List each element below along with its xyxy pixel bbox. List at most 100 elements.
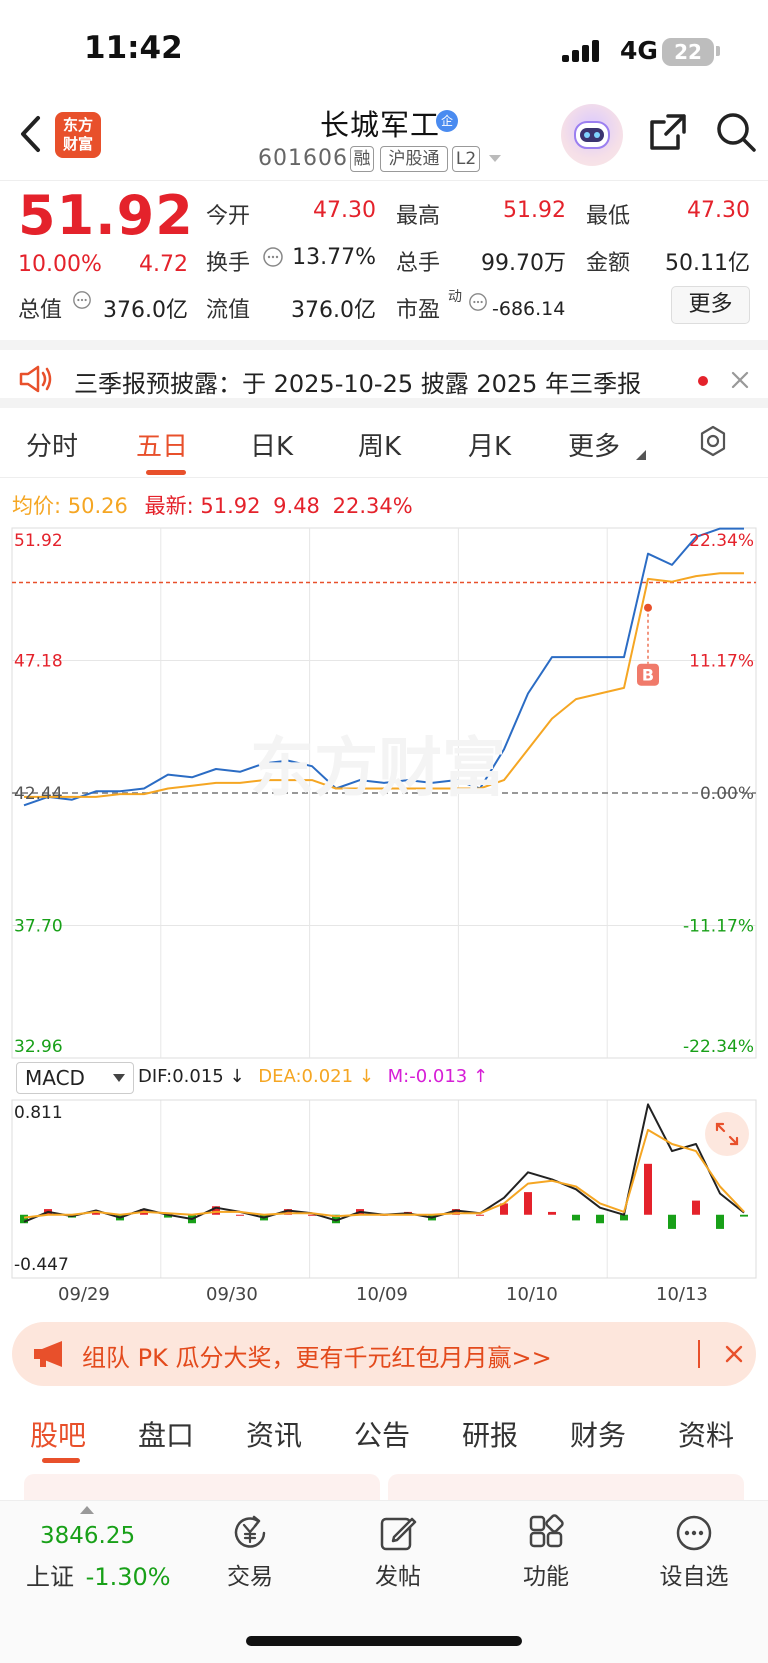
functions-label: 功能: [523, 1564, 569, 1590]
five-day-chart[interactable]: B 51.92 22.34% 47.18 11.17% 42.44 0.00% 37.70 -…: [0, 520, 768, 1310]
grid-icon: [529, 1514, 564, 1548]
macd-bar: [20, 1214, 28, 1224]
index-ticker[interactable]: 上证 -1.30%: [26, 1557, 171, 1592]
back-icon[interactable]: [18, 114, 44, 154]
tab-intraday[interactable]: 分时: [26, 426, 78, 463]
dea-value: DEA:0.021 ↓: [258, 1066, 374, 1087]
float-value: 376.0亿: [291, 298, 376, 323]
close-icon[interactable]: [730, 370, 750, 390]
open-label: 今开: [206, 204, 251, 229]
y-axis-label-right: -11.17%: [683, 917, 754, 937]
tab-research[interactable]: 研报: [462, 1414, 518, 1454]
y-axis-label-left: 32.96: [14, 1037, 63, 1057]
settings-icon[interactable]: [696, 424, 730, 458]
forum-card-peek: [388, 1474, 744, 1502]
indicator-name: MACD: [25, 1066, 85, 1090]
active-tab-indicator: [146, 470, 186, 475]
search-icon[interactable]: [714, 110, 758, 154]
tab-weekly-k[interactable]: 周K: [358, 426, 401, 463]
watermark: 东方财富: [250, 732, 506, 806]
indicator-select[interactable]: MACD: [16, 1062, 134, 1094]
caret-up-icon[interactable]: [80, 1505, 94, 1515]
more-dots-icon: [676, 1515, 712, 1551]
y-axis-label-left: 47.18: [14, 652, 63, 672]
post-button[interactable]: 发帖: [348, 1501, 448, 1591]
battery-icon: 22: [662, 38, 714, 66]
dif-line: [23, 1103, 745, 1223]
turnover-label: 换手: [206, 251, 251, 276]
index-change: -1.30%: [85, 1563, 171, 1591]
corner-caret-icon: [636, 450, 646, 460]
macd-bar: [596, 1214, 604, 1224]
tab-news[interactable]: 资讯: [246, 1414, 302, 1454]
float-label: 流值: [206, 298, 251, 323]
y-axis-label-right: -22.34%: [683, 1037, 754, 1057]
promo-banner[interactable]: 组队 PK 瓜分大奖，更有千元红包月月赢>>: [12, 1322, 756, 1386]
macd-bar: [668, 1214, 676, 1229]
macd-bar: [740, 1214, 748, 1217]
date-tick: 09/29: [58, 1284, 110, 1305]
unread-dot: [698, 376, 708, 386]
more-quote-button[interactable]: 更多: [671, 286, 750, 324]
functions-button[interactable]: 功能: [496, 1501, 596, 1591]
chevron-down-icon: [113, 1074, 125, 1082]
date-tick: 10/10: [506, 1284, 558, 1305]
trade-button[interactable]: 交易: [200, 1501, 300, 1591]
promo-text: 组队 PK 瓜分大奖，更有千元红包月月赢>>: [82, 1344, 552, 1372]
yen-exchange-icon: [234, 1515, 266, 1548]
notice-banner[interactable]: 三季报预披露：于 2025-10-25 披露 2025 年三季报: [0, 340, 768, 408]
trade-label: 交易: [227, 1564, 273, 1590]
battery-level: 22: [674, 40, 702, 64]
index-value[interactable]: 3846.25: [40, 1523, 135, 1549]
avg-value: 50.26: [67, 494, 128, 518]
date-axis: 09/29 09/30 10/09 10/10 10/13: [0, 1284, 768, 1314]
stock-header: 东方 财富 长城军工 企 601606 融 沪股通 L2: [0, 100, 768, 180]
stock-code: 601606: [258, 146, 348, 171]
info-dots-icon[interactable]: [468, 292, 488, 312]
app-logo: 东方 财富: [55, 112, 101, 158]
battery-cap: [716, 46, 720, 56]
mcap-value: 376.0亿: [103, 298, 188, 323]
tab-financials[interactable]: 财务: [570, 1414, 626, 1454]
tab-monthly-k[interactable]: 月K: [468, 426, 511, 463]
macd-panel: [20, 1103, 748, 1229]
pe-value: -686.14: [492, 298, 566, 320]
change-amount: 4.72: [139, 252, 188, 277]
dropdown-caret-icon[interactable]: [488, 154, 502, 164]
latest-change: 9.48: [273, 494, 320, 518]
tab-forum[interactable]: 股吧: [30, 1414, 86, 1454]
expand-chart-button[interactable]: [705, 1112, 749, 1156]
dif-value: DIF:0.015 ↓: [138, 1066, 245, 1087]
tab-daily-k[interactable]: 日K: [250, 426, 293, 463]
volume-value: 99.70万: [481, 251, 566, 276]
buy-marker-dot: [644, 603, 652, 612]
amount-label: 金额: [586, 251, 631, 276]
ai-assistant-avatar[interactable]: [561, 104, 623, 166]
volume-label: 总手: [396, 251, 441, 276]
tag-margin: 融: [350, 146, 374, 172]
tab-profile[interactable]: 资料: [678, 1414, 734, 1454]
macd-bar: [572, 1214, 580, 1221]
signal-icon: [562, 40, 602, 62]
close-icon[interactable]: [724, 1344, 744, 1364]
date-tick: 09/30: [206, 1284, 258, 1305]
tab-more[interactable]: 更多: [568, 426, 620, 463]
tab-announcements[interactable]: 公告: [354, 1414, 410, 1454]
share-icon[interactable]: [648, 112, 688, 152]
speaker-icon: [19, 365, 52, 393]
pe-label: 市盈: [396, 298, 441, 323]
info-dots-icon[interactable]: [72, 290, 92, 310]
tab-orderbook[interactable]: 盘口: [138, 1414, 194, 1454]
tab-five-day[interactable]: 五日: [136, 426, 188, 463]
info-dots-icon[interactable]: [262, 246, 284, 268]
add-watchlist-button[interactable]: 设自选: [644, 1501, 744, 1591]
divider: [0, 180, 768, 181]
dea-line: [23, 1128, 745, 1219]
macd-bar: [524, 1192, 532, 1215]
chart-info-line: 均价: 50.26 最新: 51.92 9.48 22.34%: [12, 490, 413, 520]
m-value: M:-0.013 ↑: [387, 1066, 489, 1087]
date-tick: 10/13: [656, 1284, 708, 1305]
current-price: 51.92: [18, 184, 194, 247]
tag-connect: 沪股通: [380, 146, 448, 172]
expand-icon: [715, 1122, 739, 1146]
